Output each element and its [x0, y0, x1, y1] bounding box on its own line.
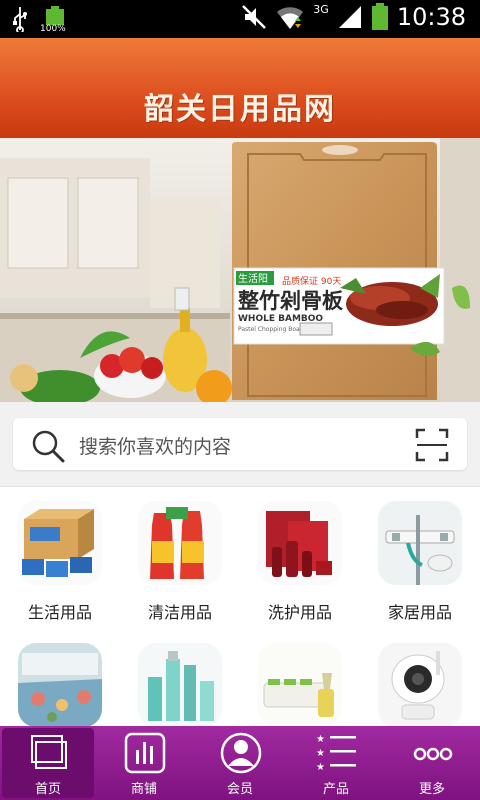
tab-member[interactable]: 会员	[194, 728, 286, 798]
promo-banner[interactable]: 生活阳 品质保证 90天 整竹剁骨板 WHOLE BAMBOO Pastel C…	[0, 138, 480, 402]
spice-jars-icon	[258, 643, 342, 727]
svg-text:★: ★	[316, 762, 325, 773]
category-item[interactable]: 清洁用品	[120, 487, 240, 622]
category-label: 生活用品	[27, 603, 92, 622]
tab-more[interactable]: 更多	[386, 728, 478, 798]
search-input[interactable]: 搜索你喜欢的内容	[13, 418, 467, 470]
banner-image: 生活阳 品质保证 90天 整竹剁骨板 WHOLE BAMBOO Pastel C…	[0, 138, 480, 402]
search-icon	[32, 430, 65, 463]
signal-icon	[338, 6, 361, 28]
paper-towel-box-icon	[18, 501, 102, 585]
category-grid: 生活用品 清洁用品 洗护用品 家居用品	[0, 486, 480, 727]
status-bar: 100% 3G 10:38	[0, 0, 480, 38]
wifi-icon	[277, 7, 304, 29]
app-header: 韶关日用品网	[0, 38, 480, 138]
category-item[interactable]: 生活用品	[0, 487, 120, 622]
svg-text:★: ★	[316, 748, 325, 759]
tab-shop[interactable]: 商铺	[98, 728, 190, 798]
shop-chart-icon	[124, 732, 166, 774]
battery-percent: 100%	[40, 24, 66, 34]
skincare-set-icon	[258, 501, 342, 585]
clock: 10:38	[396, 3, 466, 31]
tab-label: 首页	[34, 782, 61, 797]
usb-icon	[13, 7, 27, 32]
category-label: 洗护用品	[267, 603, 332, 622]
battery-indicator: 100%	[40, 6, 66, 34]
banner-product-name: 整竹剁骨板	[238, 289, 344, 313]
category-item[interactable]: 家居用品	[360, 487, 480, 622]
tab-home[interactable]: 首页	[2, 728, 94, 798]
banner-brand: 生活阳	[238, 272, 268, 285]
more-dots-icon	[413, 747, 453, 761]
search-section: 搜索你喜欢的内容	[0, 402, 480, 486]
battery-icon	[371, 3, 388, 30]
scan-icon[interactable]	[415, 428, 449, 462]
tab-label: 更多	[418, 782, 445, 797]
mute-icon	[242, 5, 267, 29]
security-camera-icon	[378, 643, 462, 727]
page-title: 韶关日用品网	[144, 92, 336, 127]
banner-tagline: 品质保证 90天	[282, 275, 341, 287]
cosmetics-bottles-icon	[138, 643, 222, 727]
category-label: 清洁用品	[147, 603, 212, 622]
search-placeholder: 搜索你喜欢的内容	[79, 436, 232, 458]
home-icon	[31, 735, 67, 769]
wall-hook-icon	[378, 501, 462, 585]
bottom-tab-bar: 首页 商铺 会员 ★ ★ ★ 产品 更多	[0, 726, 480, 800]
category-label: 家居用品	[387, 603, 452, 622]
banner-product-sub-en: Pastel Chopping Board	[238, 326, 306, 333]
tab-label: 会员	[226, 782, 253, 797]
svg-text:★: ★	[316, 734, 325, 745]
bedding-icon	[18, 643, 102, 727]
cleaner-bottles-icon	[138, 501, 222, 585]
tab-products[interactable]: ★ ★ ★ 产品	[290, 728, 382, 798]
network-type: 3G	[313, 2, 329, 16]
tab-label: 产品	[322, 782, 349, 797]
category-item[interactable]: 洗护用品	[240, 487, 360, 622]
product-list-icon: ★ ★ ★	[316, 734, 356, 773]
member-icon	[220, 732, 262, 774]
tab-label: 商铺	[130, 782, 157, 797]
